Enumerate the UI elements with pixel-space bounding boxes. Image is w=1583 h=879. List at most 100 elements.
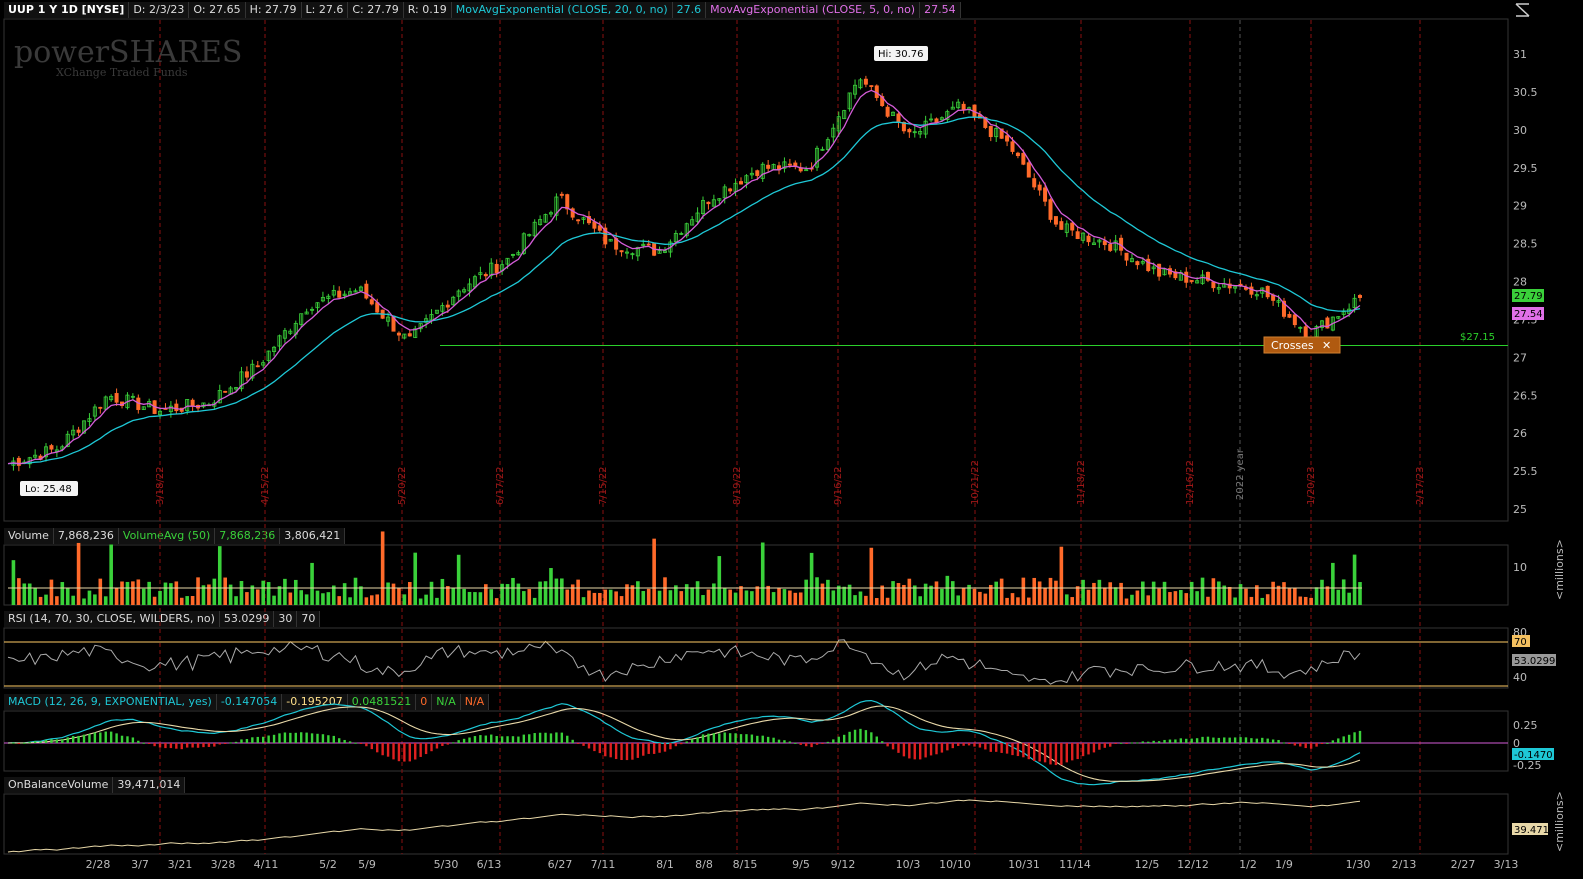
volume-bar [364,597,369,605]
candle [728,188,733,192]
volume-bar [1043,587,1047,605]
candle [76,429,81,433]
macd-histogram-bar [1320,743,1324,744]
volume-bar [657,590,662,605]
macd-histogram-bar [1266,738,1269,743]
volume-bar [245,592,249,605]
candle [1184,271,1189,283]
macd-histogram-bar [82,734,86,743]
macd-histogram-bar [414,743,417,760]
macd-histogram-bar [207,743,211,747]
macd-histogram-bar [213,743,216,747]
volume-bar [874,598,879,605]
macd-histogram-bar [1103,743,1107,748]
macd-histogram-bar [348,741,352,743]
x-axis-tick: 5/30 [434,858,459,871]
macd-histogram-bar [169,743,173,749]
macd-histogram-bar [571,739,574,743]
macd-histogram-bar [126,736,129,743]
x-axis-tick: 11/14 [1059,858,1091,871]
volume-bar [1276,585,1281,605]
macd-histogram-bar [1011,743,1014,756]
candle [255,365,260,368]
macd-histogram-bar [593,743,596,752]
volume-bar [315,590,320,605]
chart-canvas[interactable]: powerSHARES XChange Traded Funds 3/18/22… [0,0,1583,879]
vertical-date-label: 7/15/22 [598,466,609,505]
macd-histogram-bar [1282,742,1286,744]
volume-bar [956,595,961,605]
macd-histogram-bar [147,743,151,744]
volume-bar [788,590,792,605]
macd-histogram-bar [842,734,846,743]
candle [16,457,21,466]
volume-bar [619,596,624,605]
volume-bar [831,590,836,605]
macd-histogram-bar [1315,743,1318,747]
volume-bar [1075,586,1080,605]
macd-histogram-bar [164,743,167,749]
volume-bar [712,583,716,605]
volume-bar [1010,593,1015,605]
volume-bar [603,589,608,605]
volume-bar [554,578,559,605]
macd-histogram-bar [506,736,509,743]
macd-histogram-bar [1098,743,1101,750]
volume-bar [293,579,298,605]
volume-bar [217,546,222,605]
macd-histogram-bar [663,743,667,752]
volume-bar [489,589,494,605]
volume-bar [1130,594,1134,605]
macd-histogram-bar [473,736,477,743]
macd-histogram-bar [99,732,102,743]
macd-histogram-bar [50,739,53,743]
macd-panel[interactable] [3,710,1509,772]
close-icon[interactable]: ✕ [1322,339,1331,352]
macd-histogram-bar [1119,742,1123,744]
volume-bar [1141,581,1145,605]
volume-bar [1059,546,1064,605]
macd-histogram-bar [245,739,249,743]
rsi-70-badge-text: 70 [1514,637,1527,648]
volume-bar [1244,588,1248,605]
volume-bar [907,578,912,605]
candle [98,406,103,409]
volume-bar [359,586,363,605]
macd-histogram-bar [61,739,64,743]
macd-histogram-bar [973,743,976,747]
x-axis-tick: 10/3 [896,858,921,871]
x-axis-tick: 10/31 [1008,858,1040,871]
crosses-alert-badge[interactable]: Crosses ✕ [1263,336,1341,354]
macd-histogram-bar [1081,743,1085,757]
macd-histogram-bar [614,743,618,760]
obv-panel[interactable] [3,793,1509,855]
macd-histogram-bar [1033,743,1036,761]
candle [565,194,570,210]
macd-histogram-bar [500,736,504,743]
volume-bar [38,596,43,605]
obv-value-badge: 39.471 [1512,823,1549,836]
rsi-panel[interactable] [3,627,1509,689]
candle [114,393,119,403]
candle [483,274,488,277]
macd-histogram-bar [1136,742,1139,744]
volume-bar [1217,581,1221,605]
x-axis-tick: 6/13 [477,858,502,871]
macd-histogram-bar [185,743,189,748]
macd-histogram-bar [680,743,683,745]
volume-bar [1113,587,1118,605]
macd-histogram-bar [707,733,710,743]
vertical-date-label: 8/19/22 [732,466,743,505]
candle [1026,162,1031,178]
macd-histogram-bar [12,742,15,744]
candle [787,163,792,166]
price-panel[interactable] [3,18,1509,522]
volume-bar [1358,582,1362,605]
volume-bar [1287,588,1292,605]
macd-histogram-bar [756,735,759,743]
volume-bar [1081,579,1085,605]
macd-histogram-bar [403,743,406,762]
price-axis-tick: 25 [1513,503,1527,516]
ema5-price-badge: 27.54 [1512,307,1544,320]
volume-bar [82,598,86,605]
